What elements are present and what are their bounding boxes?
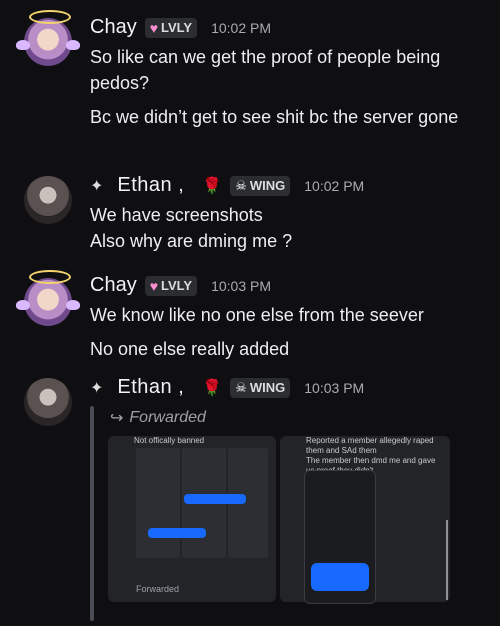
server-tag-label: LVLY — [161, 20, 193, 35]
avatar[interactable] — [24, 278, 72, 326]
server-tag-label: LVLY — [161, 278, 193, 293]
skull-icon: ☠ — [235, 177, 247, 193]
message-text[interactable]: We have screenshots Also why are dming m… — [90, 202, 480, 254]
redaction-bar — [148, 528, 206, 538]
avatar[interactable] — [24, 18, 72, 66]
halo-icon — [29, 10, 71, 24]
halo-icon — [29, 270, 71, 284]
heart-icon: ♥ — [149, 277, 159, 294]
message-line: Bc we didn’t get to see shit bc the serv… — [90, 107, 459, 127]
rose-icon: 🌹 — [202, 177, 223, 195]
timestamp[interactable]: 10:03 PM — [211, 278, 271, 294]
screenshot-tile — [136, 448, 180, 558]
forward-quote-bar — [90, 406, 94, 621]
message-line: So like can we get the proof of people b… — [90, 47, 441, 93]
message-text[interactable]: We know like no one else from the seever… — [90, 302, 480, 362]
author-name[interactable]: Ethan , — [117, 376, 184, 399]
author-name[interactable]: Chay — [90, 274, 137, 297]
server-tag-badge[interactable]: ♥ LVLY — [144, 275, 198, 296]
server-tag-label: WING — [249, 178, 286, 193]
message-text[interactable]: So like can we get the proof of people b… — [90, 44, 480, 130]
forward-arrow-icon: ↪ — [110, 410, 124, 427]
message-line: We know like no one else from the seever — [90, 305, 424, 325]
attachment-caption: Not offically banned — [134, 436, 205, 445]
server-tag-badge[interactable]: ☠ WING — [230, 175, 291, 196]
scrollbar[interactable] — [446, 520, 448, 600]
timestamp[interactable]: 10:03 PM — [304, 380, 364, 396]
attachment-footer: Forwarded — [136, 584, 180, 594]
image-attachment-left[interactable]: Not offically banned Forwarded — [108, 436, 276, 602]
rose-icon: 🌹 — [202, 379, 223, 397]
avatar[interactable] — [24, 378, 72, 426]
wing-icon — [16, 40, 30, 50]
wing-icon — [16, 300, 30, 310]
message-line: Also why are dming me ? — [90, 231, 293, 251]
server-tag-badge[interactable]: ☠ WING — [230, 377, 291, 398]
redaction-bar — [311, 563, 369, 591]
server-tag-label: WING — [249, 380, 286, 395]
wing-icon — [66, 300, 80, 310]
message-line: We have screenshots — [90, 205, 263, 225]
timestamp[interactable]: 10:02 PM — [211, 20, 271, 36]
sparkle-icon: ✦ — [90, 177, 104, 195]
forwarded-label: ↪ Forwarded — [110, 409, 206, 427]
avatar[interactable] — [24, 176, 72, 224]
redaction-bar — [184, 494, 246, 504]
message-line: No one else really added — [90, 339, 290, 359]
sparkle-icon: ✦ — [90, 379, 104, 397]
author-name[interactable]: Ethan , — [117, 174, 184, 197]
server-tag-badge[interactable]: ♥ LVLY — [144, 17, 198, 38]
phone-screenshot — [304, 470, 376, 604]
skull-icon: ☠ — [235, 379, 247, 395]
heart-icon: ♥ — [149, 19, 159, 36]
wing-icon — [66, 40, 80, 50]
timestamp[interactable]: 10:02 PM — [304, 178, 364, 194]
author-name[interactable]: Chay — [90, 16, 137, 39]
